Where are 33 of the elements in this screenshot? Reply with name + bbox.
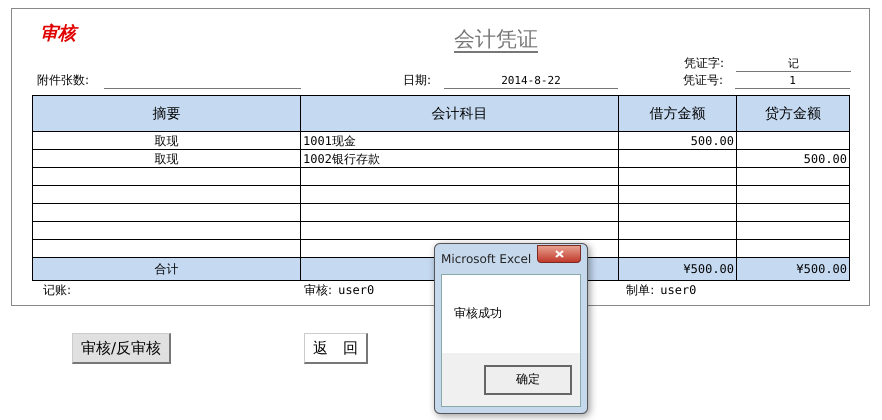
voucher-number-field: 1 (735, 73, 850, 89)
footer-value: user0 (660, 283, 696, 297)
table-cell: ¥500.00 (737, 258, 849, 280)
column-header: 贷方金额 (737, 96, 849, 132)
footer-label: 制单: (626, 282, 654, 298)
field-label: 凭证号: (683, 72, 724, 89)
voucher-type-field: 记 (736, 56, 851, 72)
stamp-text: 审核 (40, 21, 100, 45)
table-cell: 1002银行存款 (301, 150, 619, 168)
field-label: 附件张数: (37, 72, 90, 89)
table-cell: 1001现金 (301, 132, 619, 150)
field-label: 日期: (403, 72, 432, 89)
date-field: 2014-8-22 (444, 73, 618, 89)
column-header: 会计科目 (301, 96, 619, 132)
table-cell: 取现 (33, 132, 301, 150)
close-button[interactable] (537, 245, 581, 263)
voucher-title: 会计凭证 (454, 27, 538, 53)
close-icon (554, 250, 564, 258)
table-cell: ¥500.00 (619, 258, 737, 280)
footer-label: 审核: (304, 282, 332, 298)
table-cell: 取现 (33, 150, 301, 168)
total-label: 合计 (33, 258, 301, 280)
footer-value: user0 (338, 283, 374, 297)
dialog-title: Microsoft Excel (441, 252, 532, 266)
dialog-message: 审核成功 (454, 306, 502, 320)
footer-label: 记账: (43, 282, 72, 298)
column-header: 借方金额 (619, 96, 737, 132)
field-label: 凭证字: (684, 55, 726, 72)
review-button[interactable]: 审核/反审核 (72, 333, 172, 364)
table-cell: 500.00 (619, 132, 737, 150)
back-button[interactable]: 返 回 (304, 333, 368, 364)
ok-button[interactable]: 确定 (484, 364, 572, 394)
column-header: 摘要 (33, 96, 301, 132)
